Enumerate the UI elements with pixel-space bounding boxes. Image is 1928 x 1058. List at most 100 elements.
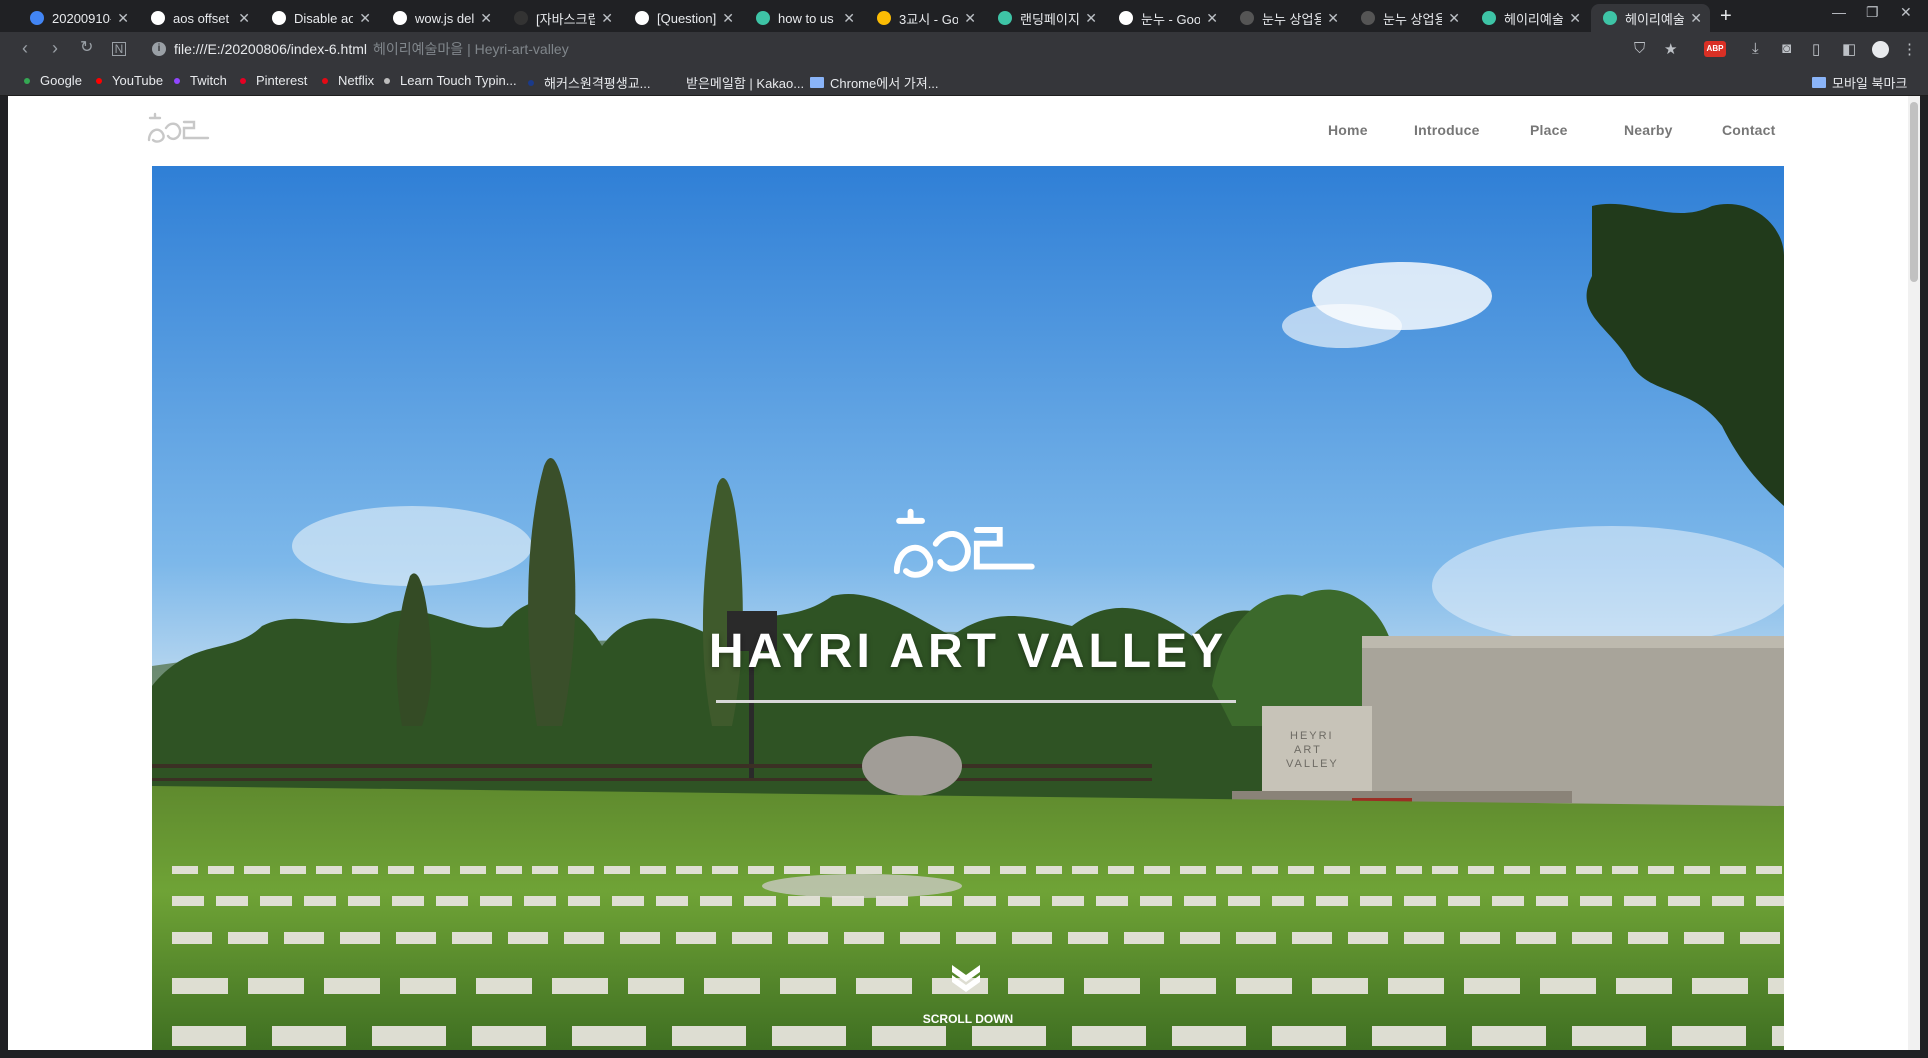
bookmark-item[interactable]: Twitch — [174, 73, 227, 88]
bookmark-item[interactable]: Google — [24, 73, 82, 88]
browser-tab[interactable]: 20200910- ✕ — [18, 4, 137, 32]
nav-link-contact[interactable]: Contact — [1722, 122, 1776, 138]
double-chevron-down-icon[interactable] — [949, 962, 983, 992]
tab-title: aos offset — [173, 10, 230, 26]
tab-favicon-icon — [1240, 11, 1254, 25]
bookmark-item[interactable]: 해커스원격평생교... — [528, 73, 651, 92]
camera-icon[interactable]: ◙ — [1782, 40, 1791, 57]
extension-n-icon[interactable]: N — [112, 42, 126, 56]
adblock-icon[interactable]: ABP — [1704, 41, 1726, 57]
bookmark-favicon-icon — [96, 77, 102, 84]
download-icon[interactable]: ⤓ — [1752, 40, 1759, 57]
close-tab-icon[interactable]: ✕ — [1085, 10, 1097, 27]
info-icon[interactable]: i — [152, 42, 166, 56]
bookmark-label: Pinterest — [256, 73, 308, 88]
browser-tab[interactable]: 눈누 상업용 ✕ — [1228, 4, 1347, 32]
close-tab-icon[interactable]: ✕ — [1569, 10, 1581, 27]
tab-title: 눈누 상업용 — [1262, 11, 1322, 27]
scroll-down-label[interactable]: SCROLL DOWN — [152, 1012, 1784, 1026]
bookmark-item[interactable]: Netflix — [322, 73, 374, 88]
browser-tab[interactable]: [Question] ✕ — [623, 4, 742, 32]
browser-tab[interactable]: aos offset ✕ — [139, 4, 258, 32]
bookmark-item[interactable]: Learn Touch Typin... — [384, 73, 517, 88]
hayri-logo-icon[interactable] — [146, 112, 216, 146]
nav-link-place[interactable]: Place — [1530, 122, 1568, 138]
page-scrollbar[interactable] — [1908, 96, 1920, 1050]
address-page-title: 헤이리예술마을 | Heyri-art-valley — [373, 41, 569, 57]
new-tab-button[interactable]: + — [1720, 5, 1732, 28]
nav-link-home[interactable]: Home — [1328, 122, 1368, 138]
reload-icon[interactable]: ↻ — [80, 38, 93, 58]
bookmark-item[interactable]: 받은메일함 | Kakao... — [670, 73, 804, 92]
close-tab-icon[interactable]: ✕ — [359, 10, 371, 27]
close-tab-icon[interactable]: ✕ — [722, 10, 734, 27]
tab-title: 눈누 - Goo — [1141, 11, 1201, 27]
bookmark-favicon-icon — [24, 77, 30, 84]
address-bar[interactable]: i file:///E:/20200806/index-6.html 헤이리예술… — [140, 36, 1620, 62]
shield-icon[interactable]: ⛉ — [1634, 40, 1645, 57]
browser-tab[interactable]: 눈누 상업용 ✕ — [1349, 4, 1468, 32]
tab-title: 20200910- — [52, 10, 112, 26]
tab-favicon-icon — [1361, 11, 1375, 25]
bookmark-item[interactable]: YouTube — [96, 73, 163, 88]
bookmark-label: Google — [40, 73, 82, 88]
close-tab-icon[interactable]: ✕ — [238, 10, 250, 27]
tab-favicon-icon — [393, 11, 407, 25]
browser-tab[interactable]: Disable ao ✕ — [260, 4, 379, 32]
close-tab-icon[interactable]: ✕ — [601, 10, 613, 27]
hayri-hero-logo-icon — [893, 508, 1035, 578]
close-tab-icon[interactable]: ✕ — [480, 10, 492, 27]
page-viewport: Home Introduce Place Nearby Contact HEYR… — [8, 96, 1920, 1050]
tab-strip: 20200910- ✕ aos offset ✕ Disable ao ✕ wow.js d… — [0, 0, 1928, 32]
hero-banner: HEYRI ART VALLEY HAYRI ART VALLEY SCROLL… — [152, 166, 1784, 1050]
hero-divider — [716, 700, 1236, 703]
tab-title: how to us — [778, 10, 834, 26]
browser-tab[interactable]: [자바스크립 ✕ — [502, 4, 621, 32]
tab-favicon-icon — [151, 11, 165, 25]
bookmark-favicon-icon — [322, 77, 328, 84]
tab-title: [자바스크립 — [536, 11, 596, 27]
tab-title: 헤이리예술 — [1625, 11, 1685, 27]
bookmark-item[interactable]: Chrome에서 가져... — [810, 73, 939, 92]
bookmarks-bar: Google YouTube Twitch Pinterest Netflix Learn… — [0, 66, 1928, 96]
bookmark-item[interactable]: Pinterest — [240, 73, 307, 88]
minimize-icon[interactable]: — — [1832, 4, 1846, 20]
profile-avatar[interactable] — [1872, 41, 1889, 58]
tab-title: 눈누 상업용 — [1383, 11, 1443, 27]
tab-title: 랜딩페이지 — [1020, 11, 1080, 27]
bookmark-favicon-icon — [670, 79, 676, 86]
tab-favicon-icon — [1482, 11, 1496, 25]
sidebar-icon[interactable]: ◧ — [1842, 40, 1856, 58]
forward-icon[interactable]: › — [52, 38, 58, 58]
tab-favicon-icon — [514, 11, 528, 25]
close-tab-icon[interactable]: ✕ — [1690, 10, 1702, 27]
tab-favicon-icon — [877, 11, 891, 25]
nav-link-introduce[interactable]: Introduce — [1414, 122, 1480, 138]
back-icon[interactable]: ‹ — [22, 38, 28, 58]
browser-tab[interactable]: 3교시 - Go ✕ — [865, 4, 984, 32]
tab-favicon-icon — [1603, 11, 1617, 25]
folder-icon — [1812, 77, 1826, 88]
mobile-bookmarks-folder[interactable]: 모바일 북마크 — [1812, 73, 1907, 92]
bookmark-star-icon[interactable]: ★ — [1664, 40, 1677, 58]
close-window-icon[interactable]: ✕ — [1900, 4, 1912, 21]
bookmark-label: Netflix — [338, 73, 375, 88]
browser-tab[interactable]: 랜딩페이지 ✕ — [986, 4, 1105, 32]
reader-icon[interactable]: ▯ — [1812, 40, 1820, 58]
menu-icon[interactable]: ⋮ — [1902, 40, 1917, 58]
close-tab-icon[interactable]: ✕ — [843, 10, 855, 27]
scrollbar-thumb[interactable] — [1910, 102, 1918, 282]
close-tab-icon[interactable]: ✕ — [1327, 10, 1339, 27]
browser-tab[interactable]: 눈누 - Goo ✕ — [1107, 4, 1226, 32]
nav-link-nearby[interactable]: Nearby — [1624, 122, 1673, 138]
restore-icon[interactable]: ❐ — [1866, 4, 1879, 21]
browser-tab[interactable]: how to us ✕ — [744, 4, 863, 32]
browser-tab[interactable]: 헤이리예술 ✕ — [1470, 4, 1589, 32]
close-tab-icon[interactable]: ✕ — [964, 10, 976, 27]
close-tab-icon[interactable]: ✕ — [117, 10, 129, 27]
address-url: file:///E:/20200806/index-6.html — [174, 41, 368, 57]
browser-tab[interactable]: wow.js del ✕ — [381, 4, 500, 32]
close-tab-icon[interactable]: ✕ — [1206, 10, 1218, 27]
browser-tab[interactable]: 헤이리예술 ✕ — [1591, 4, 1710, 32]
close-tab-icon[interactable]: ✕ — [1448, 10, 1460, 27]
